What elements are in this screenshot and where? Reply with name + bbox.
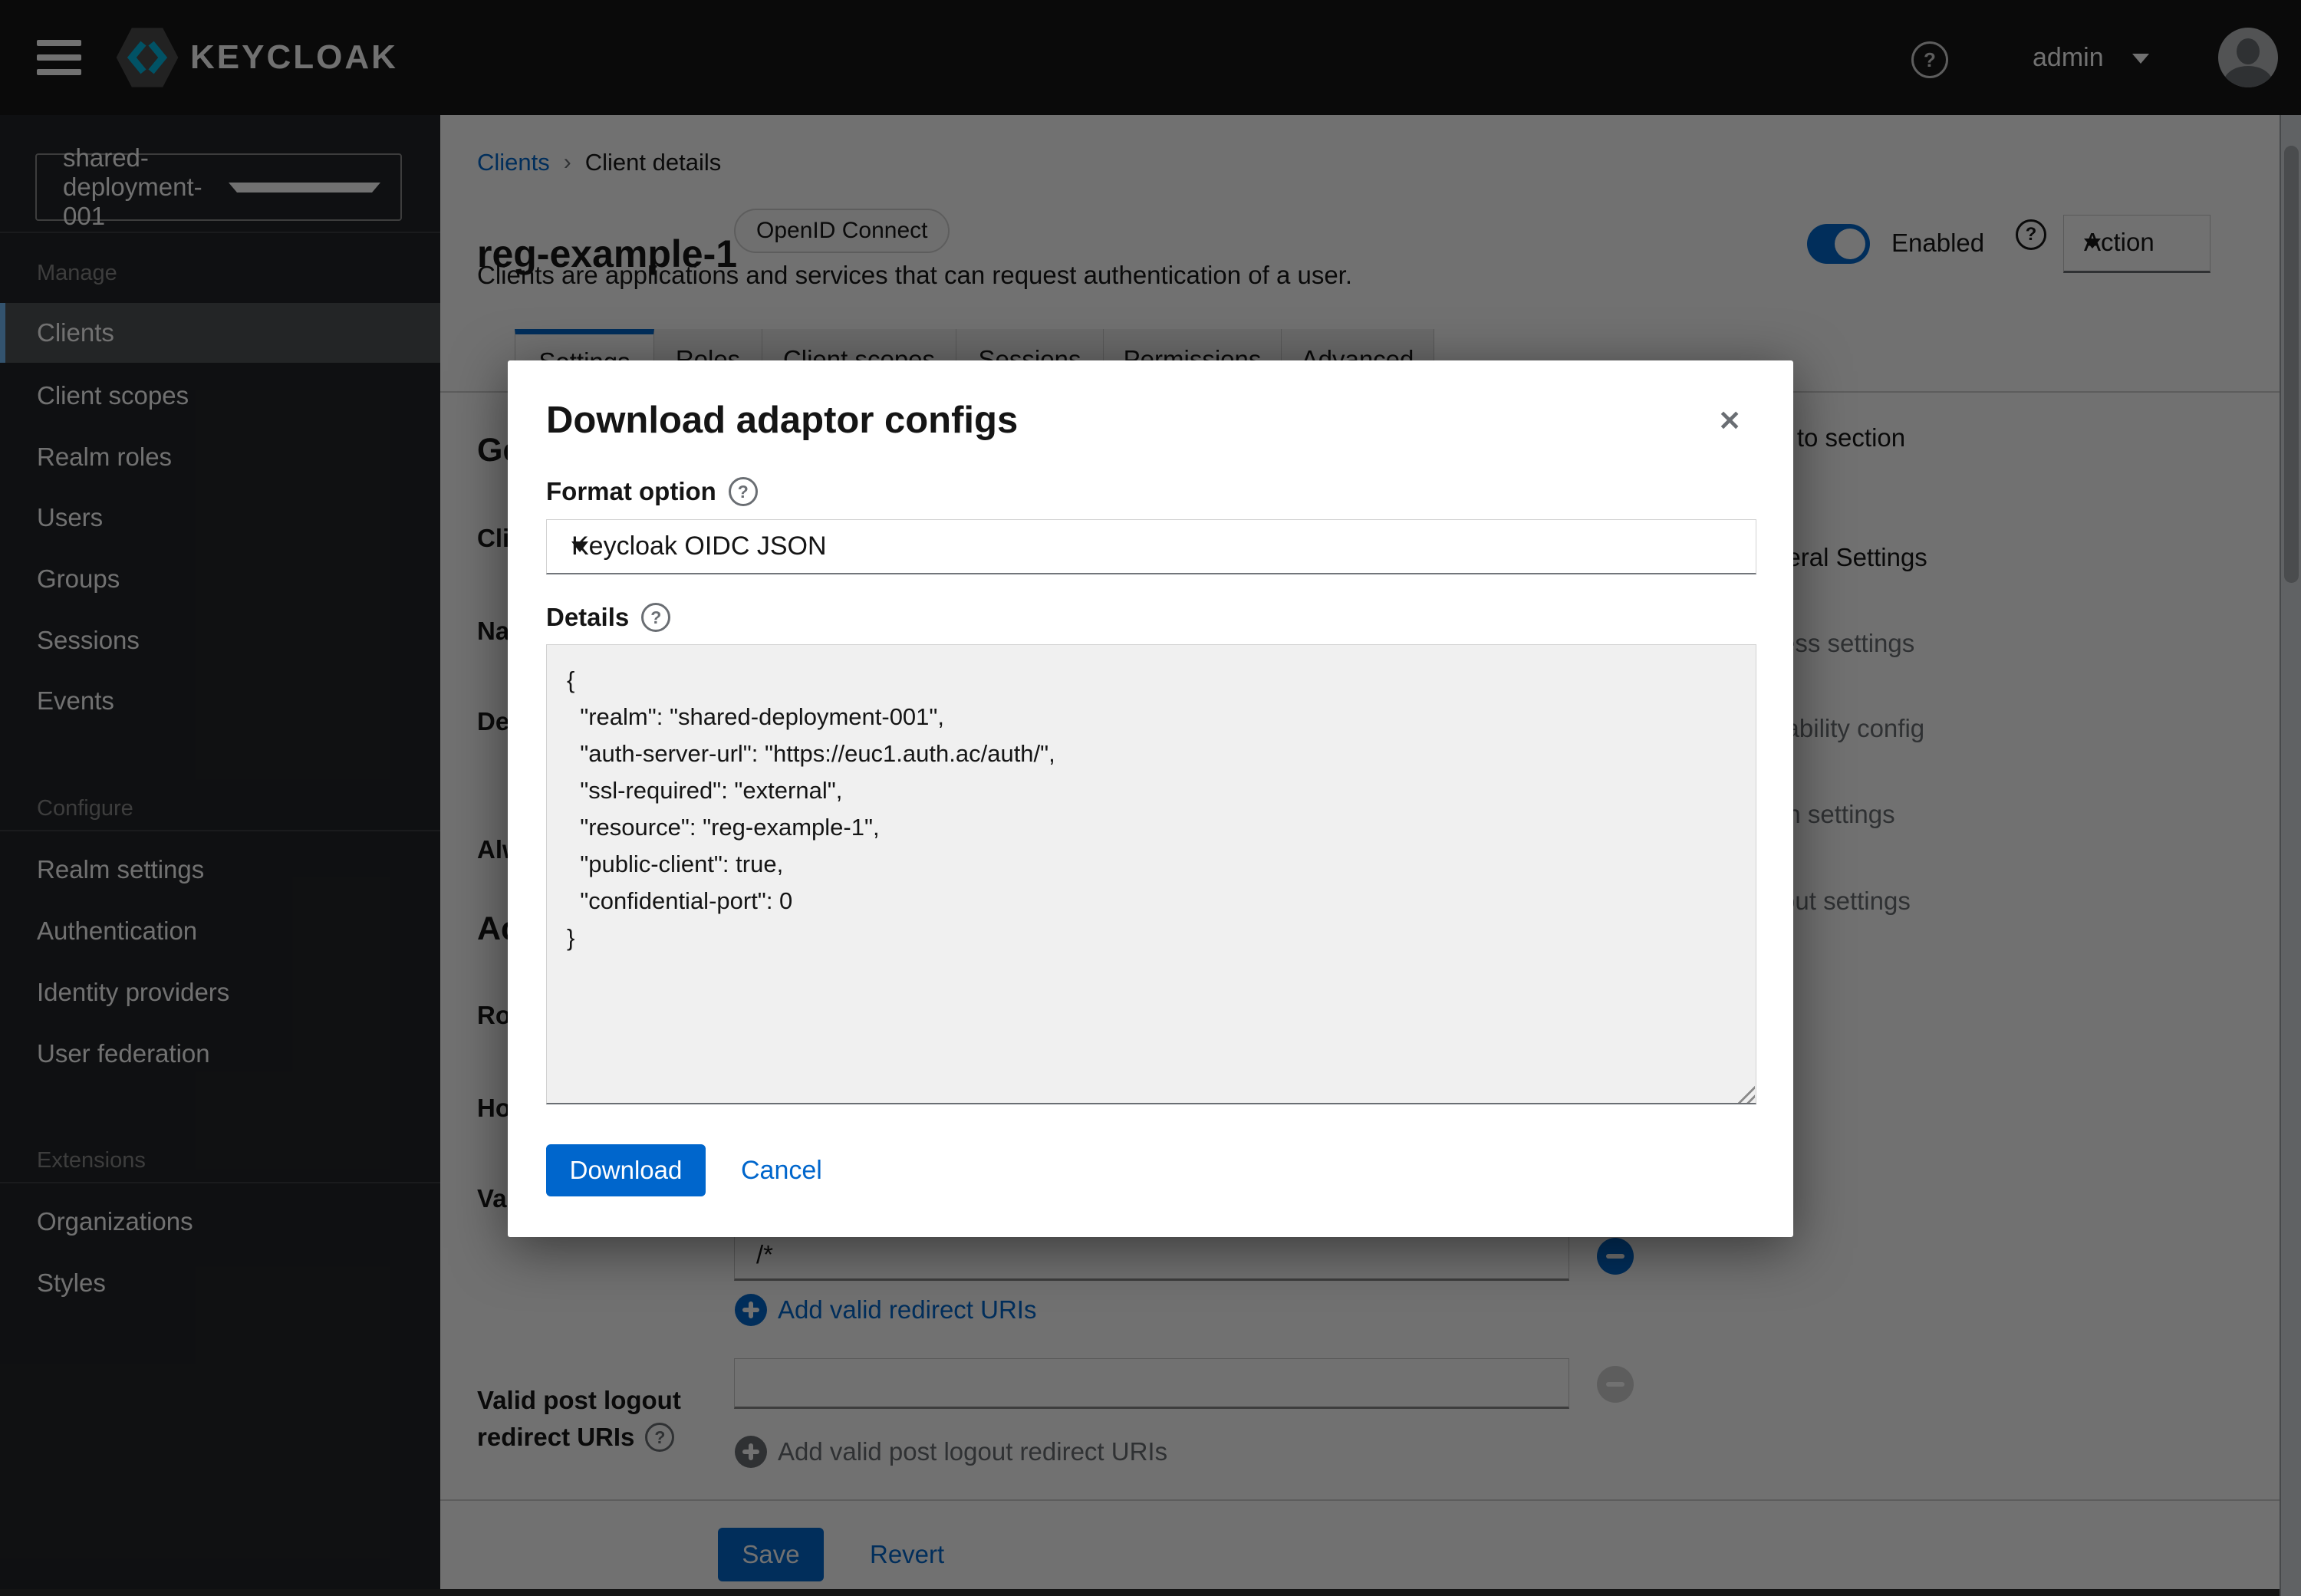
adapter-config-textarea[interactable]: { "realm": "shared-deployment-001", "aut… <box>546 644 1756 1104</box>
format-option-select[interactable]: Keycloak OIDC JSON <box>546 519 1756 574</box>
format-option-label: Format option <box>546 477 716 506</box>
select-caret-down-icon <box>571 541 588 552</box>
cancel-link[interactable]: Cancel <box>741 1155 822 1186</box>
format-option-help-icon[interactable]: ? <box>729 477 758 506</box>
scrollbar-thumb[interactable] <box>2284 146 2299 583</box>
format-option-label-row: Format option ? <box>546 477 758 506</box>
details-label-row: Details ? <box>546 603 670 632</box>
close-icon[interactable]: ✕ <box>1718 405 1741 437</box>
download-adaptor-configs-modal: Download adaptor configs ✕ Format option… <box>508 360 1793 1237</box>
window-bottom-edge <box>0 1589 2301 1596</box>
details-label: Details <box>546 603 629 632</box>
modal-title: Download adaptor configs <box>546 399 1018 442</box>
keycloak-admin-window: KEYCLOAK ? admin shared-deployment-001 M… <box>0 0 2301 1596</box>
download-button[interactable]: Download <box>546 1144 706 1196</box>
format-option-selected-value: Keycloak OIDC JSON <box>571 520 827 572</box>
page-scrollbar[interactable] <box>2280 115 2301 1596</box>
details-help-icon[interactable]: ? <box>641 603 670 632</box>
